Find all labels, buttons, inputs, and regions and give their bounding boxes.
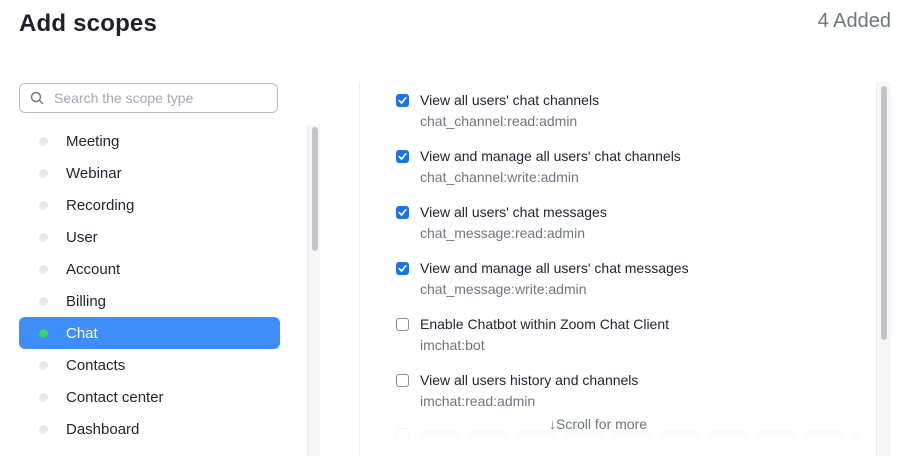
category-label: Contact center: [66, 388, 164, 406]
category-label: User: [66, 228, 98, 246]
scope-code: imchat:read:admin: [420, 393, 536, 409]
status-dot-icon: [39, 296, 48, 306]
scope-category-list: Meeting Webinar Recording User Account Billin…: [19, 125, 280, 445]
category-item-contact-center[interactable]: Contact center: [19, 381, 280, 413]
scope-code: imchat:bot: [420, 337, 485, 353]
scope-scrollbar-thumb[interactable]: [881, 86, 887, 340]
scope-row: View and manage all users' chat messages…: [396, 258, 866, 314]
category-label: Account: [66, 260, 121, 278]
checkbox-checked[interactable]: [396, 94, 409, 107]
scope-row: View all users' chat channels chat_channe…: [396, 90, 866, 146]
category-label: Recording: [66, 196, 135, 214]
checkbox-checked[interactable]: [396, 206, 409, 219]
scope-label[interactable]: View and manage all users' chat messages: [420, 258, 689, 278]
scope-label[interactable]: View all users' chat channels: [420, 90, 599, 110]
category-item-billing[interactable]: Billing: [19, 285, 280, 317]
page-title: Add scopes: [19, 10, 158, 37]
category-label: Chat: [66, 324, 98, 342]
category-label: Billing: [66, 292, 107, 310]
checkbox-unchecked[interactable]: [396, 318, 409, 331]
checkbox-unchecked[interactable]: [396, 374, 409, 387]
search-icon: [30, 90, 46, 106]
category-item-user[interactable]: User: [19, 221, 280, 253]
check-icon: [398, 152, 407, 160]
status-dot-icon: [39, 168, 48, 178]
scope-text: View and manage all users' chat messages…: [420, 258, 689, 299]
scope-code: chat_channel:read:admin: [420, 113, 578, 129]
scope-label[interactable]: Enable Chatbot within Zoom Chat Client: [420, 314, 669, 334]
category-item-meeting[interactable]: Meeting: [19, 125, 280, 157]
scope-label[interactable]: View and manage all users' chat channels: [420, 146, 681, 166]
scope-list: View all users' chat channels chat_channe…: [396, 90, 866, 426]
category-label: Webinar: [66, 164, 122, 182]
category-label: Meeting: [66, 132, 120, 150]
status-dot-icon: [39, 360, 48, 370]
added-count: 4 Added: [817, 10, 891, 32]
category-item-contacts[interactable]: Contacts: [19, 349, 280, 381]
category-label: Dashboard: [66, 420, 140, 438]
checkbox-checked[interactable]: [396, 262, 409, 275]
scope-text: Enable Chatbot within Zoom Chat Client im…: [420, 314, 669, 355]
check-icon: [398, 96, 407, 104]
scope-row: Enable Chatbot within Zoom Chat Client im…: [396, 314, 866, 370]
status-dot-icon: [39, 264, 48, 274]
scope-row: View and manage all users' chat channels…: [396, 146, 866, 202]
scroll-for-more-link[interactable]: ↓Scroll for more: [549, 416, 647, 432]
status-dot-icon: [39, 232, 48, 242]
scope-text: View all users' chat messages chat_messag…: [420, 202, 607, 243]
status-dot-icon: [39, 328, 48, 338]
scope-label[interactable]: View all users' chat messages: [420, 202, 607, 222]
search-input[interactable]: [52, 89, 276, 107]
scope-label[interactable]: View all users history and channels: [420, 370, 638, 390]
status-dot-icon: [39, 200, 48, 210]
scope-code: chat_message:write:admin: [420, 281, 587, 297]
category-item-webinar[interactable]: Webinar: [19, 157, 280, 189]
scope-code: chat_channel:write:admin: [420, 169, 579, 185]
scope-text: View all users' chat channels chat_channe…: [420, 90, 599, 131]
category-scrollbar[interactable]: [307, 125, 320, 456]
status-dot-icon: [39, 392, 48, 402]
scope-code: chat_message:read:admin: [420, 225, 585, 241]
check-icon: [398, 264, 407, 272]
category-label: Contacts: [66, 356, 126, 374]
scope-text: View and manage all users' chat channels…: [420, 146, 681, 187]
status-dot-icon: [39, 136, 48, 146]
panel-divider: [359, 82, 360, 456]
status-dot-icon: [39, 424, 48, 434]
category-item-recording[interactable]: Recording: [19, 189, 280, 221]
check-icon: [398, 208, 407, 216]
scope-text: View all users history and channels imcha…: [420, 370, 638, 411]
scope-search-box[interactable]: [19, 83, 278, 113]
category-item-account[interactable]: Account: [19, 253, 280, 285]
checkbox-checked[interactable]: [396, 150, 409, 163]
category-item-chat[interactable]: Chat: [19, 317, 280, 349]
scope-scrollbar[interactable]: [876, 82, 891, 456]
category-item-dashboard[interactable]: Dashboard: [19, 413, 280, 445]
scope-row: View all users' chat messages chat_messag…: [396, 202, 866, 258]
category-scrollbar-thumb[interactable]: [312, 127, 318, 251]
